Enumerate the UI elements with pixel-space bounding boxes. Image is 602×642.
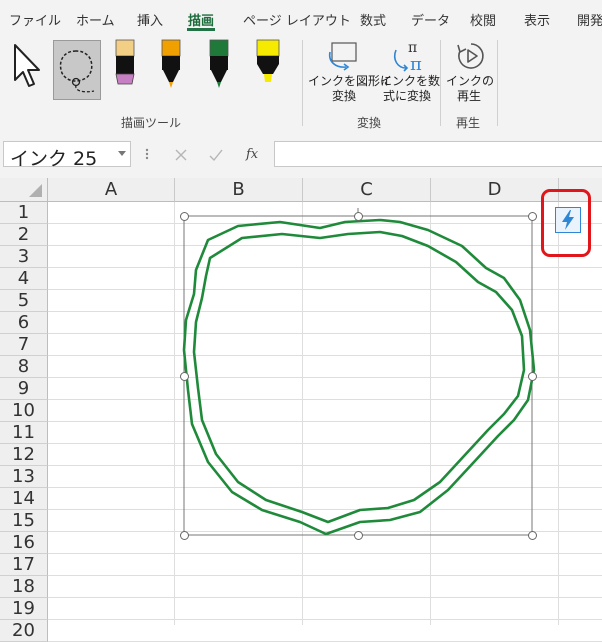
quick-action-button[interactable] — [555, 207, 581, 233]
resize-handle-bottom-left[interactable] — [180, 531, 189, 540]
lightning-icon — [562, 210, 574, 230]
resize-handle-top-right[interactable] — [528, 212, 537, 221]
resize-handle-bottom[interactable] — [354, 531, 363, 540]
resize-handle-bottom-right[interactable] — [528, 531, 537, 540]
resize-handle-top[interactable] — [354, 212, 363, 221]
resize-handle-right[interactable] — [528, 372, 537, 381]
resize-handle-left[interactable] — [180, 372, 189, 381]
ink-drawing[interactable] — [0, 0, 602, 625]
resize-handle-top-left[interactable] — [180, 212, 189, 221]
